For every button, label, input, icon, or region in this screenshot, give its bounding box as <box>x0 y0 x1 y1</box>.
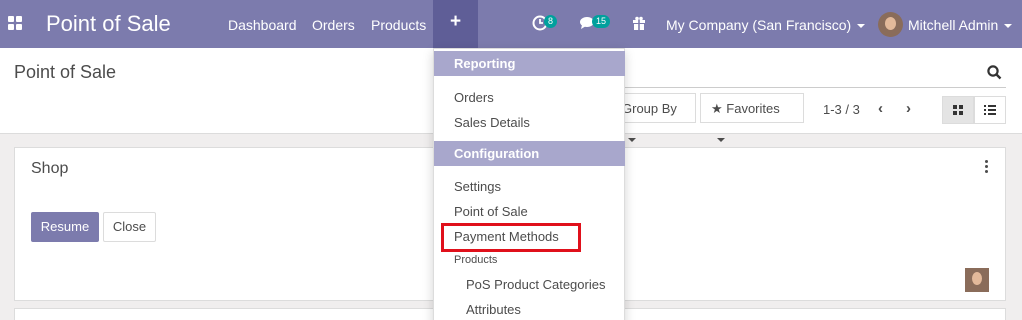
favorites-button[interactable]: ★ Favorites <box>700 93 804 142</box>
user-name: Mitchell Admin <box>908 17 999 33</box>
kanban-grid-icon <box>953 105 963 115</box>
chevron-down-icon <box>628 137 636 142</box>
menu-item-pos-product-categories[interactable]: PoS Product Categories <box>466 277 605 292</box>
pager-value[interactable]: 1-3 / 3 <box>823 102 860 117</box>
favorites-label: Favorites <box>726 101 780 116</box>
more-menu-button[interactable]: + <box>433 0 478 48</box>
nav-dashboard[interactable]: Dashboard <box>228 17 297 33</box>
highlight-annotation-box <box>441 223 581 252</box>
responsible-avatar <box>965 268 989 292</box>
chevron-down-icon <box>1004 24 1013 29</box>
group-by-label: Group By <box>622 101 677 116</box>
reporting-section-header: Reporting <box>434 51 625 76</box>
top-navbar: Point of Sale Dashboard Orders Products … <box>0 0 1022 48</box>
user-avatar[interactable] <box>878 12 903 37</box>
company-name: My Company (San Francisco) <box>666 17 852 33</box>
user-menu[interactable]: Mitchell Admin <box>908 17 1013 33</box>
company-switcher[interactable]: My Company (San Francisco) <box>666 17 866 33</box>
chevron-down-icon <box>717 137 725 142</box>
messages-count-badge: 15 <box>592 15 611 28</box>
products-subsection-label: Products <box>454 254 498 266</box>
apps-menu-icon[interactable] <box>8 16 22 30</box>
nav-orders[interactable]: Orders <box>312 17 355 33</box>
kanban-view-button[interactable] <box>942 96 974 124</box>
more-dropdown-menu: Reporting Orders Sales Details Configura… <box>433 48 625 320</box>
menu-item-sales-details[interactable]: Sales Details <box>454 115 530 130</box>
configuration-section-header: Configuration <box>434 141 625 166</box>
nav-products[interactable]: Products <box>371 17 426 33</box>
card-title: Shop <box>31 160 69 177</box>
app-brand-title[interactable]: Point of Sale <box>46 11 171 37</box>
breadcrumb: Point of Sale <box>14 62 117 82</box>
activity-count-badge: 8 <box>544 15 558 28</box>
search-input[interactable] <box>600 60 1006 88</box>
menu-item-orders[interactable]: Orders <box>454 90 494 105</box>
list-view-button[interactable] <box>974 96 1006 124</box>
menu-item-point-of-sale[interactable]: Point of Sale <box>454 204 528 219</box>
plus-icon: + <box>450 11 462 32</box>
chevron-down-icon <box>857 24 866 29</box>
gift-icon[interactable] <box>632 16 646 33</box>
list-icon <box>984 105 996 115</box>
pager-next-icon[interactable]: › <box>906 100 911 117</box>
star-icon: ★ <box>711 101 723 116</box>
pager-previous-icon[interactable]: ‹ <box>878 100 883 117</box>
resume-button[interactable]: Resume <box>31 212 99 242</box>
menu-item-settings[interactable]: Settings <box>454 179 501 194</box>
close-button[interactable]: Close <box>103 212 156 242</box>
search-icon[interactable] <box>987 65 1002 83</box>
kebab-menu-icon[interactable] <box>985 160 989 175</box>
menu-item-attributes[interactable]: Attributes <box>466 302 521 317</box>
